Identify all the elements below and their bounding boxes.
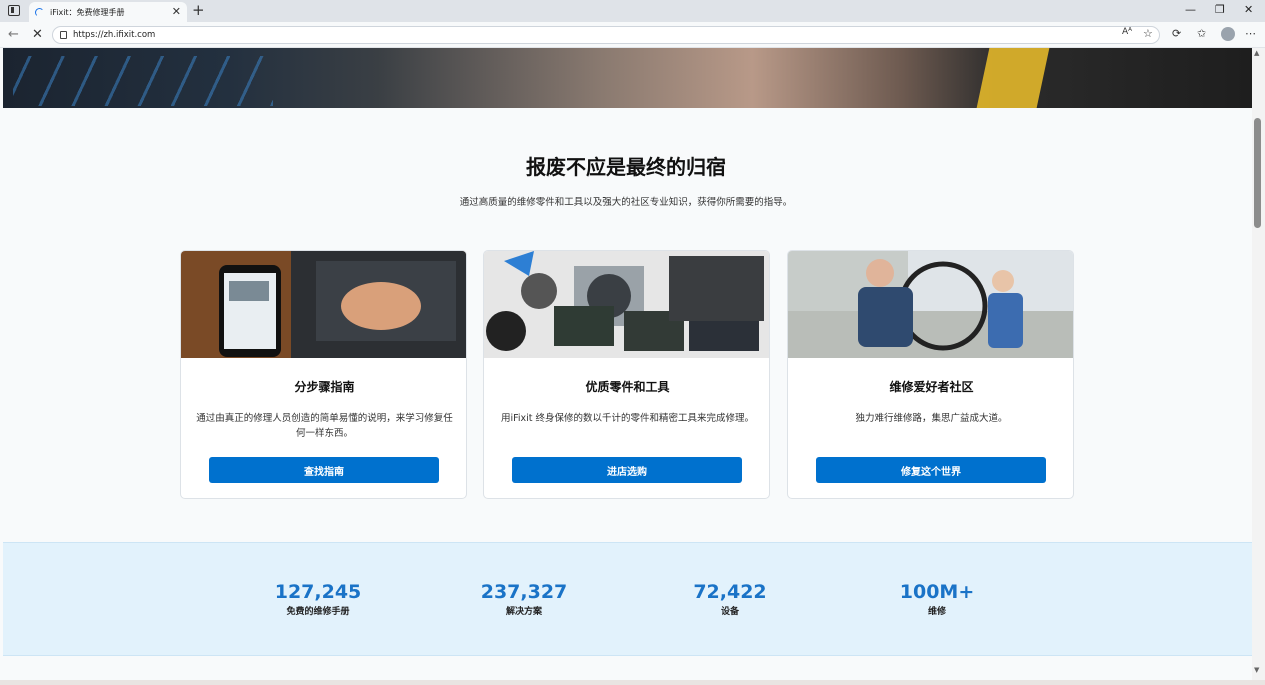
stat-label: 免费的维修手册 <box>286 607 350 617</box>
fix-world-button[interactable]: 修复这个世界 <box>816 457 1046 483</box>
stat-value: 100M+ <box>899 581 975 603</box>
stat-item: 237,327 解决方案 <box>434 581 614 617</box>
shop-button[interactable]: 进店选购 <box>512 457 742 483</box>
stat-label: 设备 <box>720 607 739 617</box>
scroll-up-icon[interactable]: ▲ <box>1254 49 1259 57</box>
stat-item: 127,245 免费的维修手册 <box>228 581 408 617</box>
close-window-button[interactable]: ✕ <box>1244 3 1253 16</box>
stat-item: 72,422 设备 <box>640 581 820 617</box>
back-arrow-icon[interactable]: ← <box>8 27 19 42</box>
lock-icon <box>60 31 67 39</box>
guides-image <box>181 251 466 358</box>
profile-avatar[interactable] <box>1221 27 1235 41</box>
card-guides: 分步骤指南 通过由真正的修理人员创造的简单易懂的说明，来学习修复任何一样东西。 … <box>180 250 467 499</box>
card-text: 通过由真正的修理人员创造的简单易懂的说明，来学习修复任何一样东西。 <box>196 413 453 439</box>
tab-actions-icon[interactable] <box>8 5 20 16</box>
card-title: 优质零件和工具 <box>585 380 670 394</box>
new-tab-button[interactable]: + <box>192 1 205 19</box>
favorites-icon[interactable]: ✩ <box>1197 27 1206 40</box>
community-image <box>788 251 1073 358</box>
scroll-down-icon[interactable]: ▼ <box>1254 666 1259 674</box>
url-bar[interactable]: https://zh.ifixit.com <box>52 26 1160 44</box>
favorite-star-icon[interactable]: ☆ <box>1143 27 1153 40</box>
scroll-thumb[interactable] <box>1254 118 1261 228</box>
card-parts: 优质零件和工具 用iFixit 终身保修的数以千计的零件和精密工具来完成修理。 … <box>483 250 770 499</box>
stat-value: 72,422 <box>693 581 767 603</box>
restore-button[interactable]: ❐ <box>1215 3 1225 16</box>
url-text: https://zh.ifixit.com <box>73 30 156 40</box>
section-subtitle: 通过高质量的维修零件和工具以及强大的社区专业知识，获得你所需要的指导。 <box>459 197 793 208</box>
card-title: 分步骤指南 <box>294 380 355 394</box>
minimize-button[interactable]: — <box>1185 3 1196 16</box>
bits-decoration <box>13 56 273 106</box>
stat-value: 127,245 <box>274 581 362 603</box>
find-guides-button[interactable]: 查找指南 <box>209 457 439 483</box>
more-menu-icon[interactable]: ⋯ <box>1245 27 1256 40</box>
stats-section: 127,245 免费的维修手册 237,327 解决方案 72,422 设备 1… <box>3 542 1252 656</box>
card-title: 维修爱好者社区 <box>889 380 974 394</box>
section-title: 报废不应是最终的归宿 <box>526 155 726 179</box>
parts-image <box>484 251 769 358</box>
stat-label: 解决方案 <box>505 607 542 617</box>
stat-item: 100M+ 维修 <box>847 581 1027 617</box>
card-text: 独力难行维修路，集思广益成大道。 <box>855 413 1008 424</box>
page-viewport: 报废不应是最终的归宿 通过高质量的维修零件和工具以及强大的社区专业知识，获得你所… <box>0 48 1265 685</box>
loading-spinner-icon <box>35 7 44 17</box>
stop-loading-icon[interactable]: ✕ <box>32 27 43 42</box>
tab-close-icon[interactable]: ✕ <box>172 5 181 18</box>
stat-value: 237,327 <box>480 581 568 603</box>
stat-label: 维修 <box>927 607 946 617</box>
address-toolbar: ← ✕ https://zh.ifixit.com Aᴬ ☆ ⟳ ✩ ⋯ <box>0 22 1265 48</box>
read-aloud-icon[interactable]: Aᴬ <box>1122 27 1132 37</box>
taskbar-edge <box>0 680 1265 685</box>
hero-banner-image <box>3 48 1252 108</box>
tab-bar: iFixit：免费修理手册 ✕ + — ❐ ✕ <box>0 0 1265 22</box>
screwdriver-decoration <box>976 48 1050 108</box>
extensions-icon[interactable]: ⟳ <box>1172 27 1181 40</box>
card-text: 用iFixit 终身保修的数以千计的零件和精密工具来完成修理。 <box>500 413 755 424</box>
tab-title: iFixit：免费修理手册 <box>50 7 125 17</box>
page-content: 报废不应是最终的归宿 通过高质量的维修零件和工具以及强大的社区专业知识，获得你所… <box>0 48 1252 685</box>
vertical-scrollbar[interactable]: ▲ ▼ <box>1252 48 1265 685</box>
card-community: 维修爱好者社区 独力难行维修路，集思广益成大道。 修复这个世界 <box>787 250 1074 499</box>
browser-tab[interactable]: iFixit：免费修理手册 ✕ <box>29 2 187 22</box>
